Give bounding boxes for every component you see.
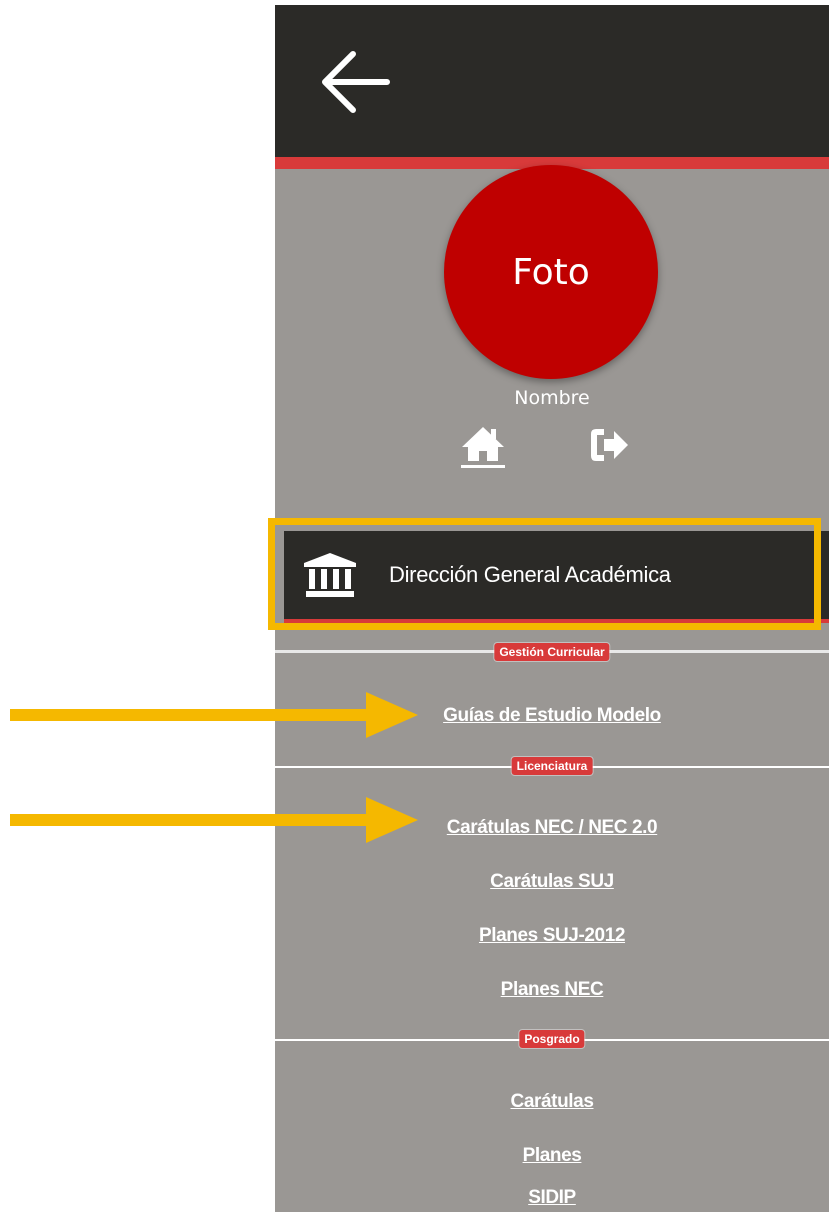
link-sidip[interactable]: SIDIP xyxy=(275,1187,829,1209)
link-planes-suj-2012[interactable]: Planes SUJ-2012 xyxy=(275,925,829,947)
link-planes[interactable]: Planes xyxy=(275,1145,829,1167)
link-guias-estudio-modelo[interactable]: Guías de Estudio Modelo xyxy=(275,705,829,727)
category-badge-gestion: Gestión Curricular xyxy=(494,643,610,661)
link-caratulas-suj[interactable]: Carátulas SUJ xyxy=(275,871,829,893)
section-title: Dirección General Académica xyxy=(389,562,671,587)
institution-icon xyxy=(304,553,356,597)
home-icon xyxy=(461,427,505,468)
category-badge-posgrado: Posgrado xyxy=(519,1030,585,1048)
side-menu-panel: Foto Nombre Dirección General Académica … xyxy=(275,5,829,1212)
avatar: Foto xyxy=(444,165,658,379)
back-button[interactable] xyxy=(315,45,395,120)
section-header[interactable]: Dirección General Académica xyxy=(284,531,829,623)
link-planes-nec[interactable]: Planes NEC xyxy=(275,979,829,1001)
arrow-left-icon xyxy=(322,51,390,113)
link-caratulas[interactable]: Carátulas xyxy=(275,1091,829,1113)
category-badge-licenciatura: Licenciatura xyxy=(511,757,593,775)
sign-out-icon xyxy=(591,429,628,461)
home-button[interactable] xyxy=(460,423,506,469)
link-caratulas-nec[interactable]: Carátulas NEC / NEC 2.0 xyxy=(275,817,829,839)
top-bar xyxy=(275,5,829,157)
logout-button[interactable] xyxy=(588,425,630,465)
avatar-label: Foto xyxy=(512,251,590,293)
user-name: Nombre xyxy=(514,387,590,409)
